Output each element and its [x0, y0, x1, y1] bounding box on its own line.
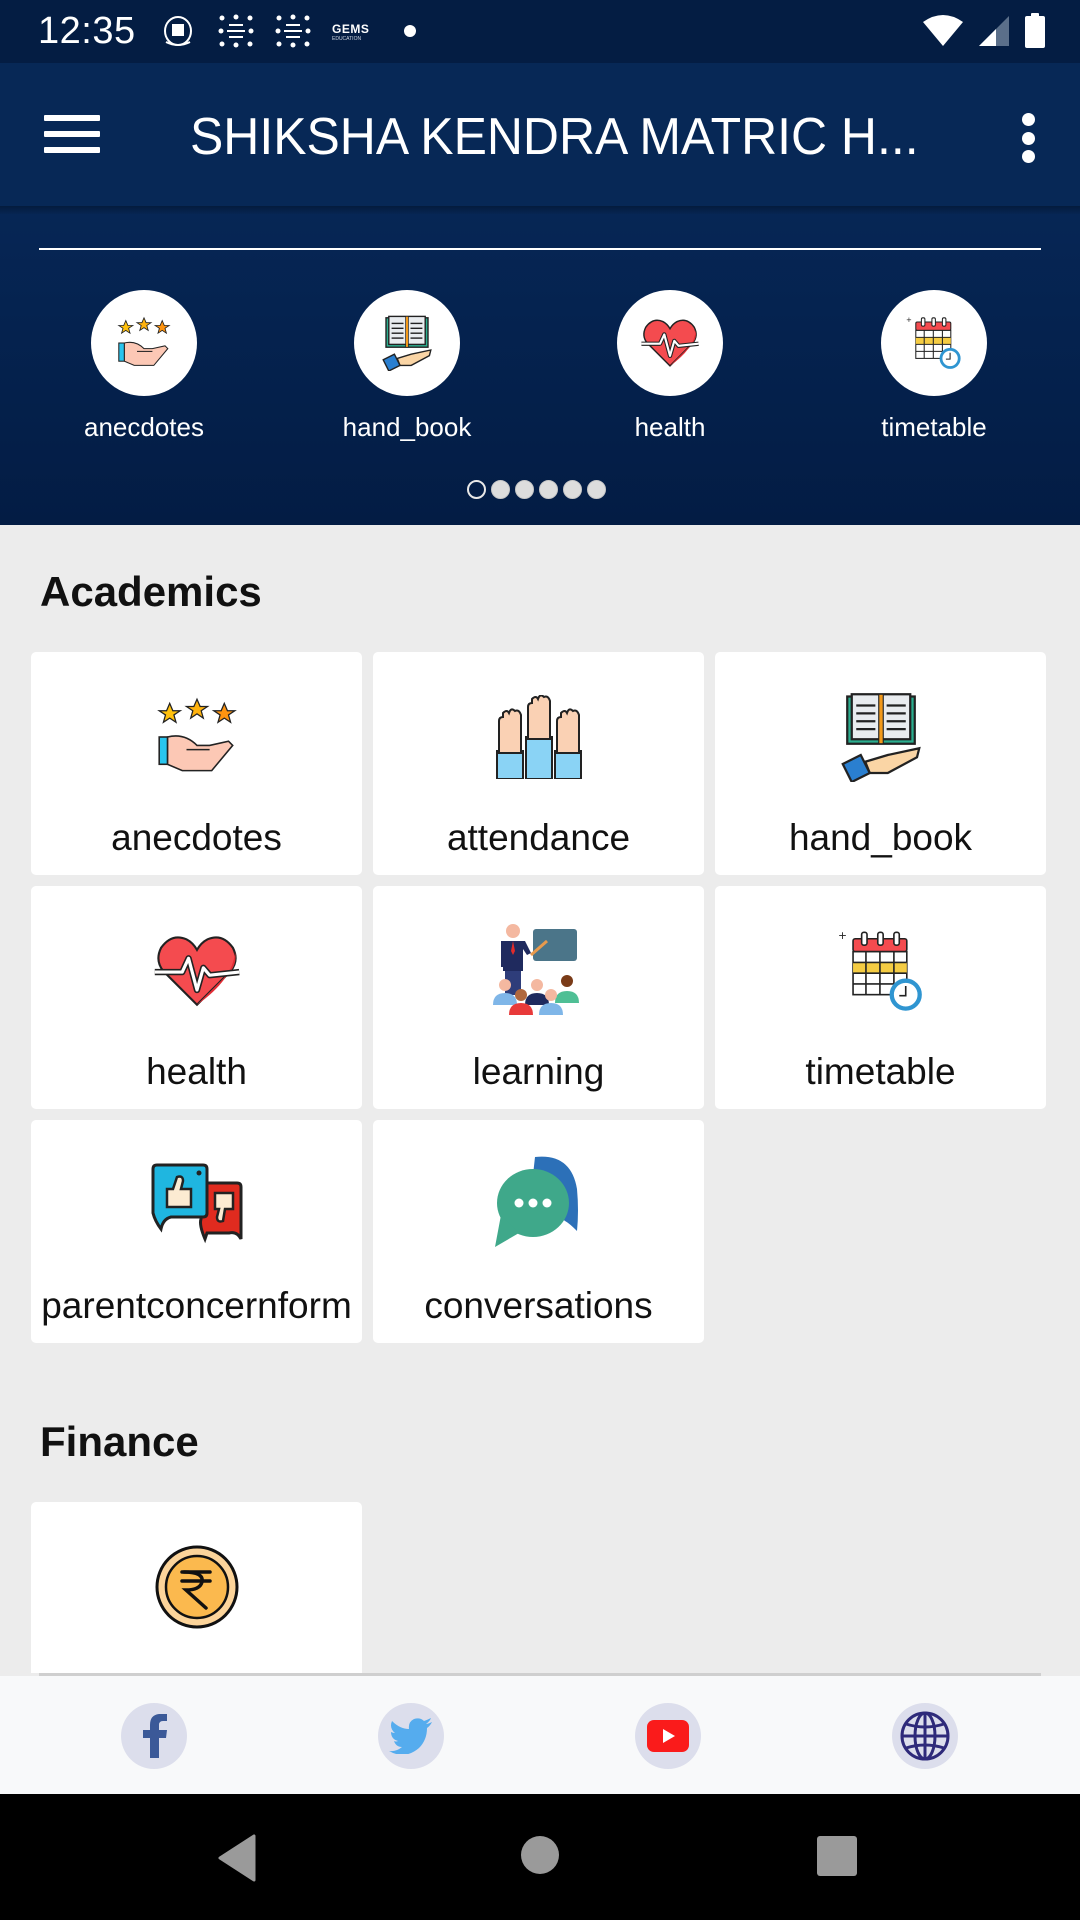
quick-item-label: anecdotes — [84, 412, 204, 442]
youtube-button[interactable] — [635, 1703, 701, 1769]
page-dot-2[interactable] — [491, 480, 510, 499]
quick-item-anecdotes[interactable]: anecdotes — [44, 290, 244, 443]
page-dot-4[interactable] — [539, 480, 558, 499]
social-links-bar — [0, 1676, 1080, 1794]
school-crest-icon — [160, 14, 196, 48]
calendar-clock-icon: + — [906, 316, 961, 369]
recents-button[interactable] — [817, 1836, 857, 1876]
rupee-coin-icon — [155, 1545, 238, 1629]
tile-label: health — [146, 1051, 247, 1092]
tile-label: timetable — [805, 1051, 956, 1092]
tile-label: anecdotes — [111, 817, 282, 858]
section-title-finance: Finance — [40, 1418, 199, 1465]
cellular-signal-icon — [979, 16, 1009, 46]
tile-attendance[interactable]: attendance — [373, 652, 704, 875]
anniversary-badge-icon — [218, 14, 254, 48]
tile-label: learning — [472, 1051, 605, 1092]
app-title: SHIKSHA KENDRA MATRIC H... — [190, 108, 919, 166]
book-hand-icon — [382, 315, 432, 371]
tile-finance[interactable] — [31, 1502, 362, 1673]
quick-item-label: hand_book — [342, 412, 472, 442]
globe-icon — [900, 1711, 950, 1761]
home-button[interactable] — [521, 1836, 559, 1874]
facebook-button[interactable] — [121, 1703, 187, 1769]
app-bar: SHIKSHA KENDRA MATRIC H... — [0, 63, 1080, 210]
back-button[interactable] — [216, 1834, 258, 1882]
website-button[interactable] — [892, 1703, 958, 1769]
quick-item-timetable[interactable]: + timetable — [834, 290, 1034, 443]
stars-hand-icon — [156, 697, 237, 772]
tile-hand-book[interactable]: hand_book — [715, 652, 1046, 875]
gems-subtext: EDUCATION — [332, 36, 362, 42]
page-dot-1[interactable] — [467, 480, 486, 499]
page-dot-5[interactable] — [563, 480, 582, 499]
twitter-icon — [389, 1718, 432, 1754]
feedback-thumbs-icon — [151, 1163, 242, 1244]
tile-parentconcernform[interactable]: parentconcernform — [31, 1120, 362, 1343]
tile-label: hand_book — [788, 817, 973, 858]
divider — [39, 248, 1041, 250]
status-time: 12:35 — [38, 10, 136, 52]
gems-text: GEMS — [332, 22, 370, 36]
page-dot-3[interactable] — [515, 480, 534, 499]
gems-education-icon: GEMS EDUCATION — [332, 14, 372, 48]
page-indicator — [467, 480, 606, 499]
hamburger-menu-icon[interactable] — [44, 115, 100, 159]
tile-anecdotes[interactable]: anecdotes — [31, 652, 362, 875]
youtube-icon — [647, 1720, 689, 1752]
quick-item-label: timetable — [881, 412, 987, 442]
system-navigation-bar — [0, 1794, 1080, 1920]
teacher-class-icon — [492, 924, 579, 1015]
tile-label: attendance — [446, 817, 631, 858]
svg-text:+: + — [838, 929, 847, 942]
chat-bubbles-icon — [494, 1156, 578, 1247]
wifi-icon — [923, 15, 963, 46]
twitter-button[interactable] — [378, 1703, 444, 1769]
quick-item-health[interactable]: health — [570, 290, 770, 443]
tile-learning[interactable]: learning — [373, 886, 704, 1109]
quick-item-label: health — [634, 412, 706, 442]
tile-label: conversations — [424, 1285, 653, 1326]
section-title-academics: Academics — [40, 568, 262, 615]
anniversary-badge-icon — [275, 14, 311, 48]
tile-health[interactable]: health — [31, 886, 362, 1109]
stars-hand-icon — [117, 316, 171, 366]
tile-timetable[interactable]: + timetable — [715, 886, 1046, 1109]
book-hand-icon — [840, 693, 921, 782]
page-dot-6[interactable] — [587, 480, 606, 499]
calendar-clock-icon: + — [838, 929, 922, 1011]
notification-dot-icon — [404, 25, 416, 37]
battery-icon — [1025, 13, 1045, 48]
heartbeat-icon — [154, 936, 240, 1007]
svg-text:+: + — [906, 316, 912, 324]
heartbeat-icon — [641, 319, 699, 367]
tile-conversations[interactable]: conversations — [373, 1120, 704, 1343]
quick-access-carousel[interactable]: anecdotes hand_book health + timetable — [0, 214, 1080, 525]
quick-item-hand-book[interactable]: hand_book — [307, 290, 507, 443]
status-bar: 12:35 GEMS EDUCATION — [0, 0, 1080, 63]
more-vert-icon[interactable] — [1018, 113, 1038, 163]
app-bar-shadow — [0, 206, 1080, 214]
facebook-icon — [143, 1714, 167, 1758]
tile-label: parentconcernform — [41, 1285, 352, 1326]
raised-hands-icon — [495, 695, 582, 779]
